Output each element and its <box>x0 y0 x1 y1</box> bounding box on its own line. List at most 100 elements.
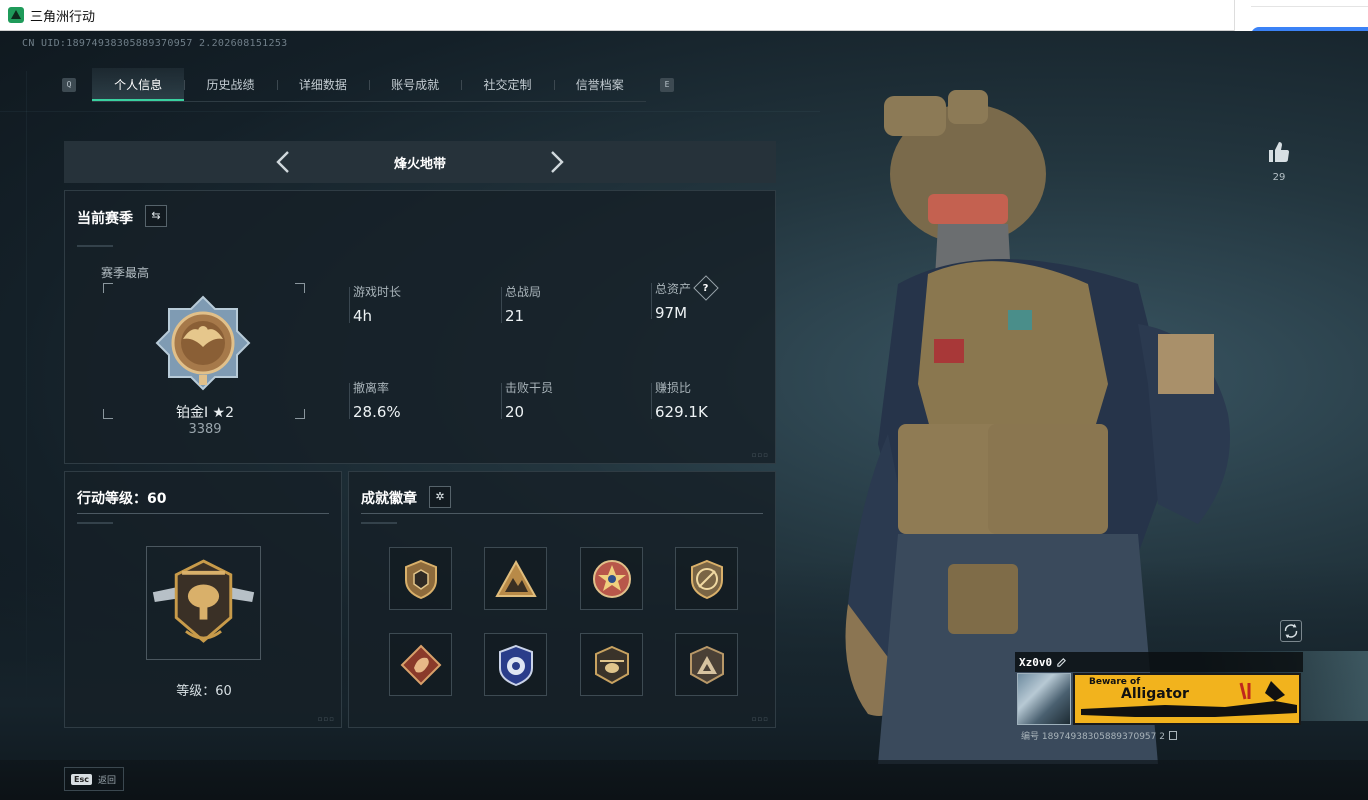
star-cross-emblem-icon <box>593 560 631 598</box>
player-id: 编号 18974938305889370957 2 <box>1021 732 1165 742</box>
stat-label: 总战局 <box>505 285 542 299</box>
badge-slot-6[interactable] <box>484 633 547 696</box>
swap-icon: ⇆ <box>151 209 161 222</box>
chevron-left-icon <box>276 151 289 173</box>
season-best-label: 赛季最高 <box>101 266 150 280</box>
stat-value: 20 <box>505 403 525 421</box>
helicopter-emblem-icon <box>595 645 629 685</box>
rank-score: 3389 <box>188 422 222 437</box>
nickname-row: Xz0v0 <box>1015 652 1303 672</box>
badge-slot-2[interactable] <box>484 547 547 610</box>
badge-slot-1[interactable] <box>389 547 452 610</box>
mode-title: 烽火地带 <box>393 156 446 172</box>
help-icon[interactable]: ? <box>693 275 719 301</box>
badge-slot-3[interactable] <box>580 547 643 610</box>
badges-title: 成就徽章 <box>361 491 417 507</box>
tab-next-key[interactable]: E <box>660 78 674 92</box>
mountain-emblem-icon <box>495 559 537 597</box>
season-panel: 当前赛季 ⇆ 赛季最高 铂金Ⅰ ★2 3389 游戏时长 4h 总战局 21 总… <box>64 190 776 464</box>
badge-slot-5[interactable] <box>389 633 452 696</box>
tab-reputation[interactable]: 信誉档案 <box>553 68 646 101</box>
window-title: 三角洲行动 <box>30 9 96 25</box>
badge-slot-7[interactable] <box>580 633 643 696</box>
tab-detailed-data[interactable]: 详细数据 <box>276 68 369 101</box>
shield-emblem-icon <box>405 559 437 600</box>
frame-corner <box>295 283 305 293</box>
frame-corner <box>295 409 305 419</box>
stat-label: 撤离率 <box>353 381 390 395</box>
badges-settings-button[interactable]: ✲ <box>429 486 451 508</box>
back-button[interactable]: Esc 返回 <box>64 767 124 791</box>
level-title: 行动等级：60 <box>77 491 167 507</box>
chevron-right-icon <box>551 151 564 173</box>
stat-value: 21 <box>505 307 525 325</box>
tab-achievements[interactable]: 账号成就 <box>368 68 461 101</box>
thumbs-up-icon <box>1269 142 1289 162</box>
stat-value: 629.1K <box>655 403 708 421</box>
back-label: 返回 <box>97 775 116 786</box>
panel-decor <box>361 522 397 524</box>
tab-history[interactable]: 历史战绩 <box>184 68 276 101</box>
rotate-view-button[interactable] <box>1280 620 1302 642</box>
player-nameplate: Beware of Alligator <box>1073 673 1301 725</box>
rank-name: 铂金Ⅰ ★2 <box>175 405 235 421</box>
like-count: 29 <box>1272 172 1286 183</box>
rank-frame <box>103 283 305 419</box>
platinum-rank-emblem-icon <box>155 295 251 391</box>
mode-selector: 烽火地带 <box>64 141 776 183</box>
mode-prev-button[interactable] <box>272 150 296 174</box>
uid-line: CN UID:18974938305889370957 2.2026081512… <box>22 38 288 49</box>
esc-key-badge: Esc <box>71 773 92 785</box>
edit-pencil-icon[interactable] <box>1056 657 1067 668</box>
stat-value: 28.6% <box>353 403 401 421</box>
tab-personal-info[interactable]: 个人信息 <box>92 68 185 101</box>
stat-label: 赚损比 <box>655 381 692 395</box>
tab-social[interactable]: 社交定制 <box>461 68 553 101</box>
stat-operators-defeated: 击败干员 20 <box>500 379 553 421</box>
window-titlebar: 三角洲行动 <box>0 0 1234 31</box>
badge-grid <box>389 547 739 696</box>
stat-profit-loss: 赚损比 629.1K <box>651 379 708 421</box>
panel-decor: ▫▫▫ <box>751 715 769 723</box>
stat-total-assets: 总资产 ? 97M <box>650 275 719 322</box>
achievement-badges-panel: 成就徽章 ✲ ▫▫▫ <box>348 471 776 728</box>
tab-bar: Q 个人信息 历史战绩 详细数据 账号成就 社交定制 信誉档案 E <box>62 68 678 102</box>
app-logo-icon <box>8 7 24 23</box>
tab-list: 个人信息 历史战绩 详细数据 账号成就 社交定制 信誉档案 <box>92 68 646 102</box>
panel-decor: ▫▫▫ <box>317 715 335 723</box>
player-namecard: Xz0v0 Beware of Alligator 编号 18974938305… <box>1015 652 1303 747</box>
panel-decor <box>77 522 113 524</box>
action-level-panel: 行动等级：60 等级：60 ▫▫▫ <box>64 471 342 728</box>
triangle-emblem-icon <box>690 645 724 685</box>
bottom-bar <box>0 760 1368 800</box>
stat-label: 总资产 <box>655 281 692 296</box>
no-weapon-emblem-icon <box>691 559 723 600</box>
player-nickname: Xz0v0 <box>1019 655 1053 669</box>
season-switch-button[interactable]: ⇆ <box>145 205 167 227</box>
frame-corner <box>103 409 113 419</box>
dragon-emblem-icon <box>400 644 442 686</box>
stat-value: 4h <box>353 307 373 325</box>
stat-label: 游戏时长 <box>353 285 402 299</box>
copy-icon[interactable] <box>1168 731 1177 740</box>
tab-prev-key[interactable]: Q <box>62 78 76 92</box>
mode-next-button[interactable] <box>544 150 568 174</box>
level-emblem-frame <box>146 546 261 660</box>
player-avatar[interactable] <box>1017 673 1071 725</box>
stat-total-matches: 总战局 21 <box>500 283 542 325</box>
badge-slot-4[interactable] <box>675 547 738 610</box>
like-widget[interactable]: 29 <box>1266 140 1292 183</box>
stat-play-time: 游戏时长 4h <box>348 283 402 325</box>
panel-divider <box>77 513 329 514</box>
grid-line <box>0 111 820 112</box>
rotate-icon <box>1284 623 1298 639</box>
frame-corner <box>103 283 113 293</box>
panel-divider <box>361 513 763 514</box>
stat-value: 97M <box>655 304 688 322</box>
police-emblem-icon <box>499 644 533 686</box>
gear-icon: ✲ <box>435 490 445 503</box>
stat-extract-rate: 撤离率 28.6% <box>349 379 401 421</box>
badge-slot-8[interactable] <box>675 633 738 696</box>
popup-divider <box>1251 6 1368 7</box>
stat-label-row: 总资产 ? <box>655 275 719 301</box>
